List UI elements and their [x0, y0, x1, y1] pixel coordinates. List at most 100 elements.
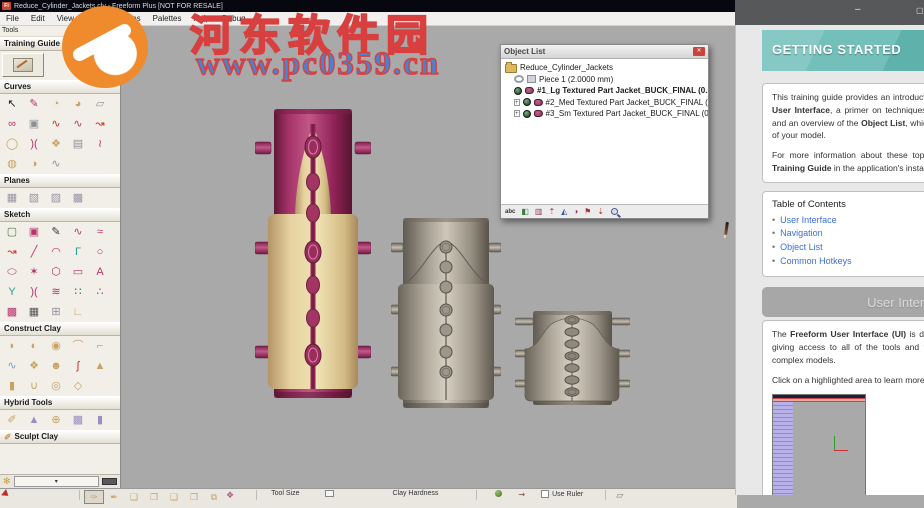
- pick-piece-icon[interactable]: ⇡: [548, 207, 555, 216]
- drag-clay-curve-icon[interactable]: ❖: [45, 135, 67, 153]
- rotate-piece-icon[interactable]: ◑: [573, 207, 578, 216]
- menu-tools[interactable]: Tools: [80, 14, 111, 23]
- plane-icon[interactable]: ▦: [1, 189, 23, 207]
- menu-palettes[interactable]: Palettes: [147, 14, 188, 23]
- bowl-clay-icon[interactable]: ∪: [23, 377, 45, 395]
- arrow-curve-icon[interactable]: ↝: [1, 243, 23, 261]
- box-curve-icon[interactable]: ▤: [67, 135, 89, 153]
- select-arrow-icon[interactable]: ↖: [1, 95, 23, 113]
- shell-clay-icon[interactable]: ◇: [67, 377, 89, 395]
- polygon-icon[interactable]: ⬡: [45, 263, 67, 281]
- toc-link-user-interface[interactable]: User Interface: [780, 214, 837, 228]
- wire-clay-icon[interactable]: ʃ: [67, 357, 89, 375]
- search-piece-icon[interactable]: [610, 207, 620, 217]
- sphere-hybrid-icon[interactable]: ⊕: [45, 411, 67, 429]
- flatten-tool-icon[interactable]: ✒: [104, 490, 124, 504]
- fine-grid-icon[interactable]: ⊞: [45, 303, 67, 321]
- menu-file[interactable]: File: [0, 14, 25, 23]
- pattern-grid-icon[interactable]: ∷: [67, 283, 89, 301]
- sketch-plane-icon[interactable]: ▩: [67, 189, 89, 207]
- squiggle-clay-icon[interactable]: ∿: [1, 357, 23, 375]
- tree-item[interactable]: #1_Lg Textured Part Jacket_BUCK_FINAL (0…: [503, 85, 708, 97]
- smudge-tool-icon[interactable]: ⧉: [204, 490, 224, 504]
- section-header-curves[interactable]: Curves: [0, 80, 120, 94]
- sketch-select-icon[interactable]: ▢: [1, 223, 23, 241]
- corner-icon[interactable]: Γ: [67, 243, 89, 261]
- menu-pieces[interactable]: Pieces: [111, 14, 147, 23]
- smooth-ball-icon[interactable]: [495, 490, 503, 497]
- modify-plane-icon[interactable]: ▧: [23, 189, 45, 207]
- training-window-titlebar[interactable]: – ▢: [735, 0, 924, 25]
- ridge-sphere-icon[interactable]: ◑: [23, 155, 45, 173]
- offset-curve-icon[interactable]: ≋: [45, 283, 67, 301]
- training-guide-button[interactable]: [2, 53, 44, 77]
- ring-clay-icon[interactable]: ◎: [45, 377, 67, 395]
- slice-clay-icon[interactable]: ◐: [23, 337, 45, 355]
- smear-tool-icon[interactable]: ❒: [184, 490, 204, 504]
- pipe-clay-icon[interactable]: ⌐: [89, 337, 111, 355]
- split-curve-icon[interactable]: )(: [23, 283, 45, 301]
- circle-icon[interactable]: ○: [89, 243, 111, 261]
- tree-item[interactable]: Piece 1 (2.0000 mm): [503, 74, 706, 86]
- section-header-sketch[interactable]: Sketch: [0, 208, 120, 222]
- expander-icon[interactable]: +: [514, 110, 520, 118]
- project-curve-icon[interactable]: ▱: [89, 95, 111, 113]
- join-curves-icon[interactable]: Y: [1, 283, 23, 301]
- palette-handle[interactable]: [102, 478, 117, 485]
- extract-curve-icon[interactable]: ▣: [23, 115, 45, 133]
- carve-tool-icon[interactable]: ✑: [84, 490, 104, 504]
- dimension-icon[interactable]: ∟: [67, 303, 89, 321]
- edit-curve-ball-icon[interactable]: ◕: [67, 95, 89, 113]
- object-list-titlebar[interactable]: Object List ✕: [501, 45, 708, 59]
- palette-options-icon[interactable]: ✻: [3, 476, 11, 487]
- toc-link-common-hotkeys[interactable]: Common Hotkeys: [780, 255, 852, 269]
- push-tool-icon[interactable]: ❐: [144, 490, 164, 504]
- pull-curve-icon[interactable]: ∿: [45, 115, 67, 133]
- move-curve-icon[interactable]: ↝: [89, 115, 111, 133]
- text-icon[interactable]: A: [89, 263, 111, 281]
- ui-screenshot-thumbnail[interactable]: [772, 394, 866, 495]
- sketch-group-icon[interactable]: ▣: [23, 223, 45, 241]
- sketch-curve-icon[interactable]: ✎: [23, 95, 45, 113]
- layout-grid-icon[interactable]: ▦: [23, 303, 45, 321]
- split-curves-icon[interactable]: )(: [23, 135, 45, 153]
- edit-curve-icon[interactable]: ∿: [67, 115, 89, 133]
- texture-piece-icon[interactable]: ▥: [535, 207, 543, 216]
- polyline-icon[interactable]: ≈: [89, 223, 111, 241]
- model-jacket-large[interactable]: [255, 106, 371, 401]
- cart-icon[interactable]: ▱: [616, 490, 623, 501]
- cylinder-hybrid-icon[interactable]: ▮: [89, 411, 111, 429]
- block-clay-icon[interactable]: ▮: [1, 377, 23, 395]
- close-icon[interactable]: ✕: [693, 47, 705, 56]
- paint-piece-icon[interactable]: ◧: [521, 207, 529, 216]
- menu-view[interactable]: View: [51, 14, 80, 23]
- expander-icon[interactable]: +: [514, 98, 520, 106]
- pattern-ring-icon[interactable]: ∴: [89, 283, 111, 301]
- menu-edit[interactable]: Edit: [25, 14, 51, 23]
- ball-curve-icon[interactable]: ◯: [1, 135, 23, 153]
- use-ruler-checkbox[interactable]: [541, 490, 550, 498]
- paint-hybrid-icon[interactable]: ✐: [1, 411, 23, 429]
- drop-piece-icon[interactable]: ⇣: [597, 207, 604, 216]
- palette-title[interactable]: Tools: [0, 26, 120, 37]
- fill-pattern-icon[interactable]: ▩: [1, 303, 23, 321]
- rectangle-icon[interactable]: ▭: [67, 263, 89, 281]
- section-header-hybrid-tools[interactable]: Hybrid Tools: [0, 396, 120, 410]
- menu-help[interactable]: Help: [188, 14, 216, 23]
- pencil-icon[interactable]: ✎: [45, 223, 67, 241]
- curve-ball-icon[interactable]: ◔: [45, 95, 67, 113]
- minimize-icon[interactable]: –: [855, 4, 861, 15]
- smooth-curve-icon[interactable]: ∿: [45, 155, 67, 173]
- section-header-training-guide[interactable]: Training Guide: [0, 37, 120, 51]
- spine-curve-icon[interactable]: ≀: [89, 135, 111, 153]
- line-icon[interactable]: ╱: [23, 243, 45, 261]
- toc-link-object-list[interactable]: Object List: [780, 241, 823, 255]
- palette-dropdown[interactable]: ▾: [13, 476, 99, 487]
- lump-clay-icon[interactable]: ◉: [45, 337, 67, 355]
- cube-hybrid-icon[interactable]: ▩: [67, 411, 89, 429]
- gravel-clay-icon[interactable]: ▲: [89, 357, 111, 375]
- tree-item[interactable]: Reduce_Cylinder_Jackets: [503, 61, 706, 74]
- section-header-construct-clay[interactable]: Construct Clay: [0, 322, 120, 336]
- cone-hybrid-icon[interactable]: ▲: [23, 411, 45, 429]
- maximize-icon[interactable]: ▢: [916, 6, 924, 15]
